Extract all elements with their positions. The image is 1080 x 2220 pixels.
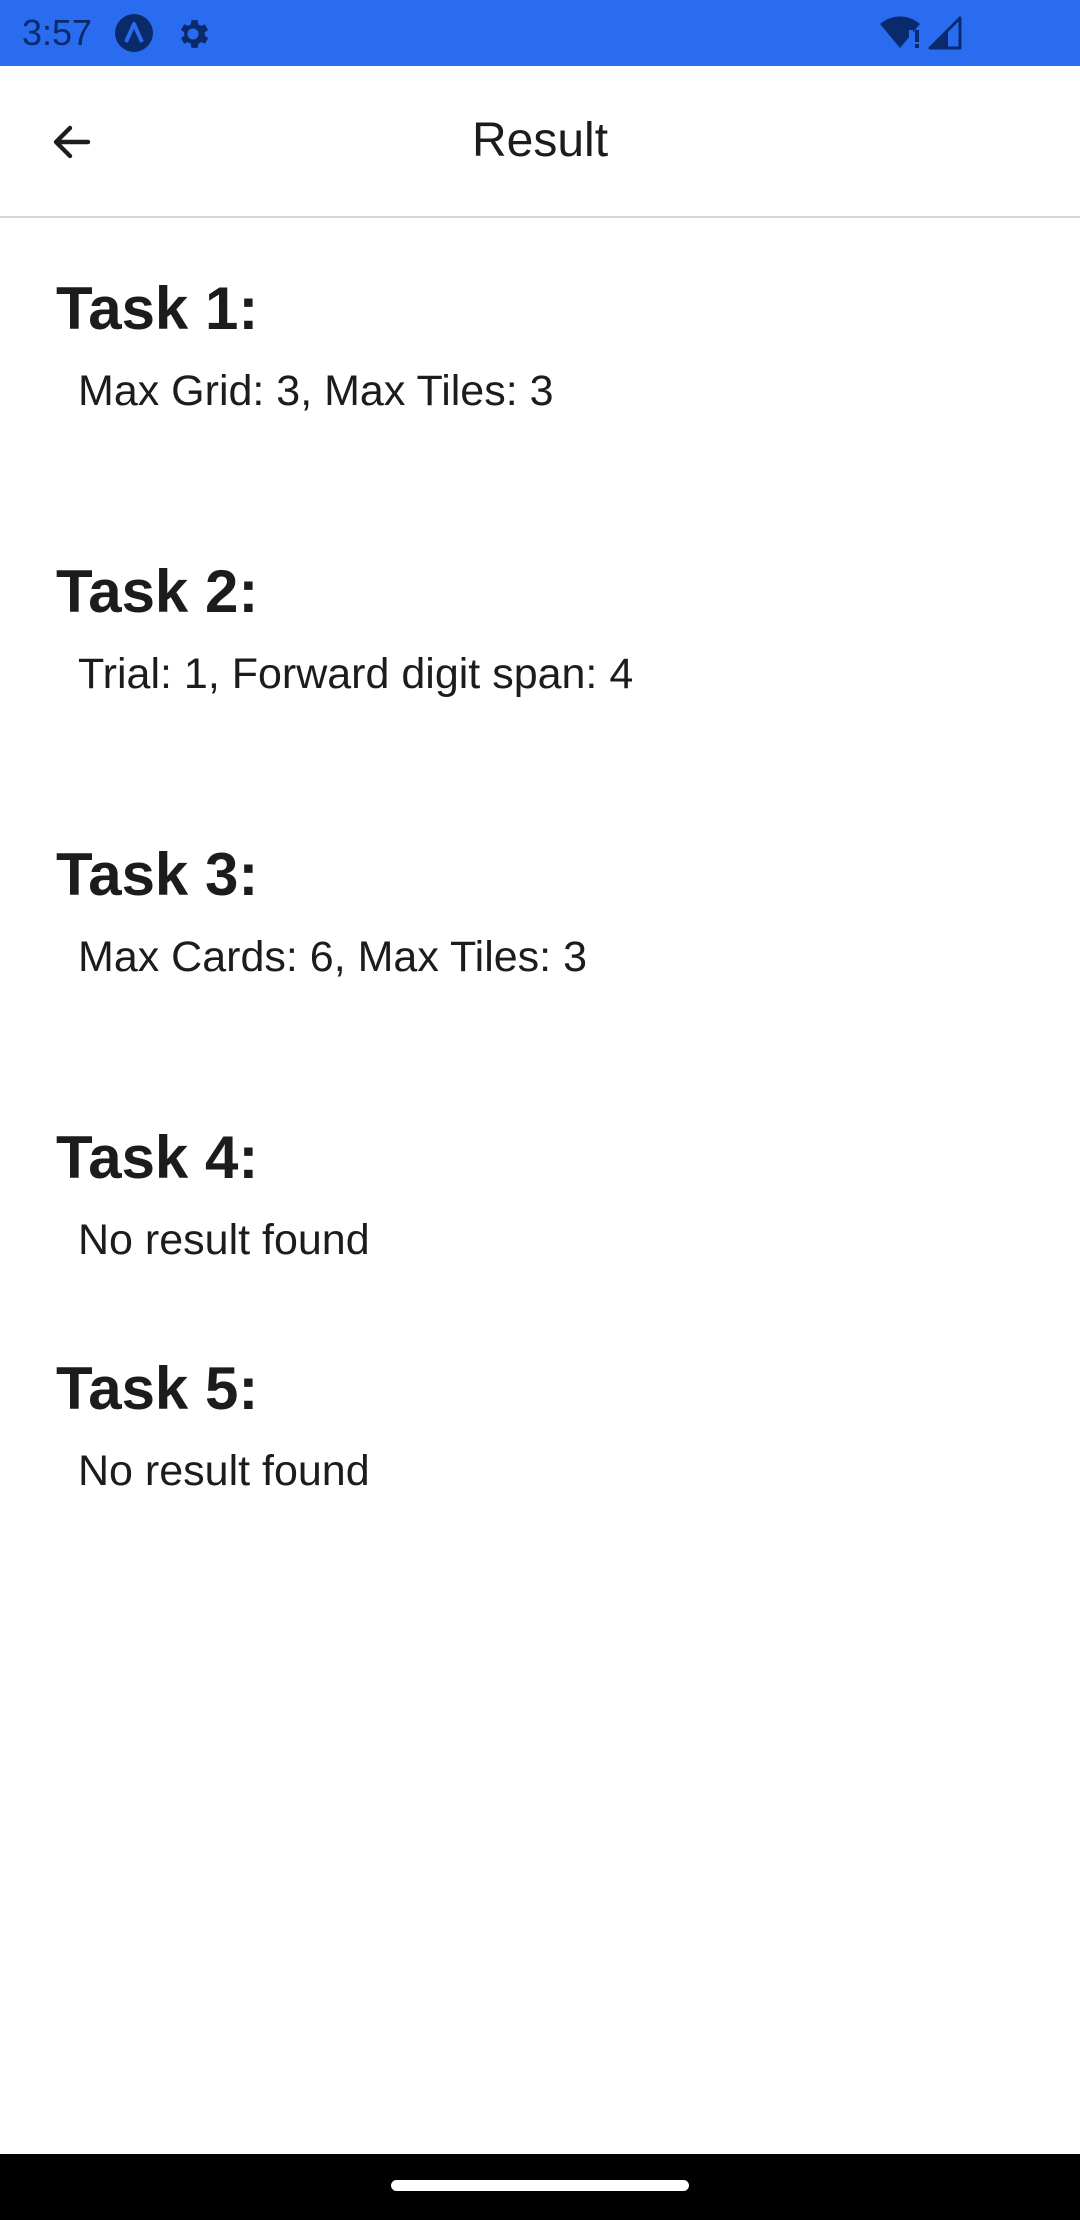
- task-title: Task 3:: [56, 841, 259, 908]
- task-result: Max Grid: 3, Max Tiles: 3: [78, 367, 554, 415]
- task-result: Trial: 1, Forward digit span: 4: [78, 650, 634, 698]
- status-bar: 3:57: [0, 0, 1080, 66]
- task-title: Task 1:: [56, 275, 259, 342]
- task-result: No result found: [78, 1216, 370, 1264]
- result-screen: 3:57 Result Task 1: Max Grid: 3, Max Til…: [0, 0, 1080, 2220]
- task-item: Task 5: No result found: [56, 1353, 1036, 1499]
- gear-icon: [180, 20, 209, 48]
- task-title: Task 4:: [56, 1124, 259, 1191]
- task-item: Task 4: No result found: [56, 1122, 1036, 1268]
- a-letter-icon: [115, 14, 153, 52]
- task-result: No result found: [78, 1447, 370, 1495]
- status-time: 3:57: [22, 12, 93, 53]
- task-title: Task 2:: [56, 558, 259, 625]
- app-bar: Result: [0, 66, 1080, 218]
- page-title: Result: [471, 114, 609, 167]
- wifi-alert-icon: [880, 16, 920, 48]
- navigation-bar: [0, 2154, 1080, 2220]
- cell-signal-icon: [928, 16, 962, 50]
- task-title: Task 5:: [56, 1355, 259, 1422]
- task-result: Max Cards: 6, Max Tiles: 3: [78, 933, 587, 981]
- home-gesture-handle[interactable]: [391, 2180, 689, 2191]
- task-item: Task 1: Max Grid: 3, Max Tiles: 3: [56, 273, 1036, 419]
- task-item: Task 2: Trial: 1, Forward digit span: 4: [56, 556, 1036, 702]
- task-item: Task 3: Max Cards: 6, Max Tiles: 3: [56, 839, 1036, 985]
